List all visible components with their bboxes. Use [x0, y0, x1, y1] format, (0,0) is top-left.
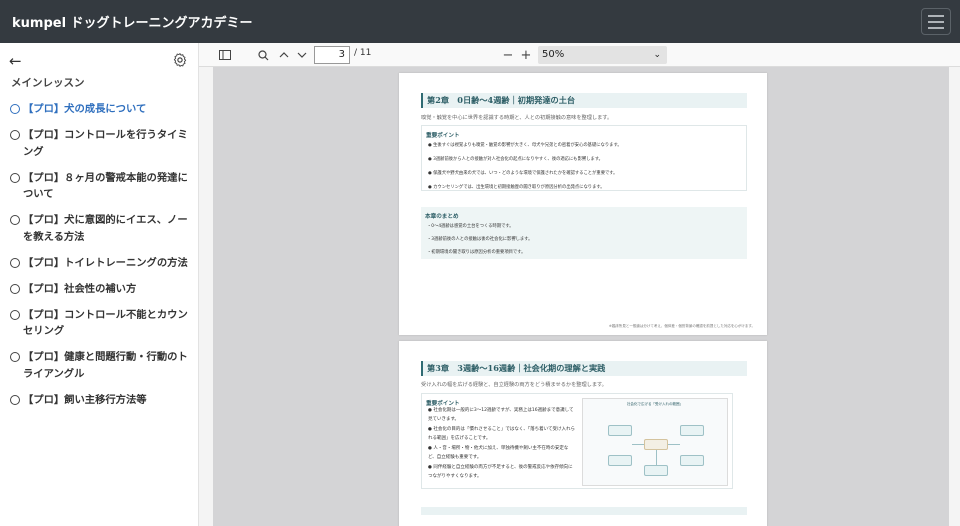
radio-icon: [10, 130, 20, 140]
lesson-item[interactable]: 【プロ】コントロール不能とカウンセリング: [10, 307, 190, 340]
summary-item: ・0〜4週齢は感覚の土台をつくる時期です。: [427, 224, 514, 229]
zoom-in-button[interactable]: +: [519, 46, 533, 64]
chapter-heading: 第2章 0日齢〜4週齢｜初期発達の土台: [421, 93, 747, 108]
summary-title: 本章のまとめ: [425, 214, 459, 220]
page-footnote: ※臨床所見と一般論は分けて考え、個体差・個別背景の確認を前提とした対応を心がけま…: [608, 324, 755, 328]
document-page: 第2章 0日齢〜4週齢｜初期発達の土台 嗅覚・触覚を中心に世界を認識する時期と、…: [399, 73, 767, 335]
key-points-box: 重要ポイント ● 生後すぐは視覚よりも嗅覚・触覚の影響が大きく、母犬や兄弟との密…: [421, 125, 747, 191]
lesson-list: 【プロ】犬の成長について 【プロ】コントロールを行うタイミング 【プロ】８ヶ月の…: [10, 101, 190, 418]
pdf-viewer: 3 / 11 − + 50% ⌄ 第2章 0日齢〜4週齢｜初期発達の土台 嗅覚・…: [199, 43, 960, 526]
zoom-select[interactable]: 50% ⌄: [538, 46, 667, 64]
diagram-node: [644, 465, 668, 476]
summary-box: 本章のまとめ ・0〜4週齢は感覚の土台をつくる時期です。 ・3週齢前後の人との接…: [421, 207, 747, 259]
chevron-down-icon[interactable]: [294, 46, 310, 64]
key-points-box: 重要ポイント ● 社会化期は一般的に3〜12週齢ですが、実務上は16週齢まで意識…: [421, 393, 733, 489]
diagram-node: [680, 455, 704, 466]
lesson-label: 【プロ】８ヶ月の警戒本能の発達について: [23, 171, 188, 201]
lesson-item[interactable]: 【プロ】犬の成長について: [10, 101, 190, 118]
key-point: ● カウンセリングでは、出生環境と初期接触歴の聞き取りが原因分析の出発点になりま…: [428, 185, 605, 190]
lesson-item[interactable]: 【プロ】飼い主移行方法等: [10, 392, 190, 409]
top-navbar: kumpel ドッグトレーニングアカデミー: [0, 0, 960, 43]
sidebar-toggle-icon[interactable]: [217, 46, 233, 64]
lesson-label: 【プロ】トイレトレーニングの方法: [23, 256, 188, 269]
lesson-item[interactable]: 【プロ】８ヶ月の警戒本能の発達について: [10, 170, 190, 203]
diagram-node: [644, 439, 668, 450]
summary-item: ・3週齢前後の人との接触は後の社会化に影響します。: [427, 237, 533, 242]
lesson-item[interactable]: 【プロ】健康と問題行動・行動のトライアングル: [10, 349, 190, 382]
document-canvas[interactable]: 第2章 0日齢〜4週齢｜初期発達の土台 嗅覚・触覚を中心に世界を認識する時期と、…: [213, 67, 949, 526]
key-point: ● 生後すぐは視覚よりも嗅覚・触覚の影響が大きく、母犬や兄弟との密着が安心の基礎…: [428, 143, 622, 148]
lesson-label: 【プロ】犬に意図的にイエス、ノーを教える方法: [23, 214, 188, 243]
next-section-heading: [421, 507, 747, 515]
page-number-input[interactable]: 3: [314, 46, 350, 64]
diagram-node: [608, 425, 632, 436]
lesson-label: 【プロ】飼い主移行方法等: [23, 393, 147, 406]
lesson-label: 【プロ】コントロール不能とカウンセリング: [23, 308, 188, 338]
key-point: ● 人・音・場所・物・他犬に加え、単独待機や飼い主不在時の安定など、自立経験も重…: [428, 446, 569, 460]
radio-icon: [10, 283, 20, 294]
radio-icon: [10, 215, 20, 225]
back-arrow-icon[interactable]: ←: [9, 52, 22, 70]
key-point: ● 保護犬や野犬由来の犬では、いつ・どのような環境で保護されたかを確認することが…: [428, 171, 618, 176]
chapter-subtitle: 嗅覚・触覚を中心に世界を認識する時期と、人との初期接触の意味を整理します。: [421, 115, 613, 121]
socialization-diagram: 社会化で広げる「受け入れの範囲」: [582, 398, 728, 486]
hamburger-icon: [928, 14, 944, 17]
chapter-subtitle: 受け入れの幅を広げる経験と、自立経験の両方をどう積ませるかを整理します。: [421, 382, 607, 388]
lesson-item[interactable]: 【プロ】社会性の補い方: [10, 281, 190, 298]
radio-icon: [10, 104, 20, 114]
radio-icon: [10, 172, 20, 183]
key-points-title: 重要ポイント: [426, 401, 460, 407]
lesson-item[interactable]: 【プロ】コントロールを行うタイミング: [10, 127, 190, 160]
diagram-title: 社会化で広げる「受け入れの範囲」: [627, 402, 683, 406]
key-point: ● 社会化期は一般的に3〜12週齢ですが、実務上は16週齢まで意識して見ていきま…: [428, 408, 574, 422]
summary-item: ・初期環境の聞き取りは原因分析の重要項目です。: [427, 250, 526, 255]
radio-icon: [10, 257, 20, 268]
key-point: ● 社会化の目的は「慣れさせること」ではなく、「落ち着いて受け入れられる範囲」を…: [428, 427, 575, 441]
pdf-toolbar: 3 / 11 − + 50% ⌄: [199, 43, 960, 67]
chevron-down-icon: ⌄: [653, 50, 661, 60]
lesson-label: 【プロ】犬の成長について: [23, 103, 147, 115]
menu-toggle-button[interactable]: [921, 8, 951, 35]
chapter-heading: 第3章 3週齢〜16週齢｜社会化期の理解と実践: [421, 361, 747, 376]
zoom-out-button[interactable]: −: [501, 46, 515, 64]
diagram-node: [608, 455, 632, 466]
key-points-title: 重要ポイント: [426, 133, 460, 139]
key-point: ● 同伴経験と自立経験の両方が不足すると、後の警戒反応や依存傾向につながりやすく…: [428, 465, 573, 479]
lesson-label: 【プロ】コントロールを行うタイミング: [23, 129, 188, 158]
lesson-item[interactable]: 【プロ】トイレトレーニングの方法: [10, 255, 190, 272]
lesson-item[interactable]: 【プロ】犬に意図的にイエス、ノーを教える方法: [10, 212, 190, 245]
diagram-node: [680, 425, 704, 436]
key-point: ● 3週齢前後から人との接触が対人社会化の起点になりやすく、後の適応にも影響しま…: [428, 157, 603, 162]
section-title: メインレッスン: [11, 77, 85, 89]
lesson-sidebar: ← メインレッスン 【プロ】犬の成長について 【プロ】コントロールを行うタイミン…: [0, 43, 199, 526]
radio-icon: [10, 394, 20, 405]
radio-icon: [10, 309, 20, 320]
zoom-level: 50%: [542, 49, 565, 60]
chevron-up-icon[interactable]: [276, 46, 292, 64]
search-icon[interactable]: [255, 46, 271, 64]
gear-icon[interactable]: [172, 52, 188, 68]
page-total: / 11: [354, 48, 372, 58]
lesson-label: 【プロ】社会性の補い方: [23, 282, 137, 295]
lesson-label: 【プロ】健康と問題行動・行動のトライアングル: [23, 351, 188, 380]
document-page: 第3章 3週齢〜16週齢｜社会化期の理解と実践 受け入れの幅を広げる経験と、自立…: [399, 341, 767, 526]
app-title[interactable]: kumpel ドッグトレーニングアカデミー: [12, 12, 253, 31]
radio-icon: [10, 352, 20, 362]
